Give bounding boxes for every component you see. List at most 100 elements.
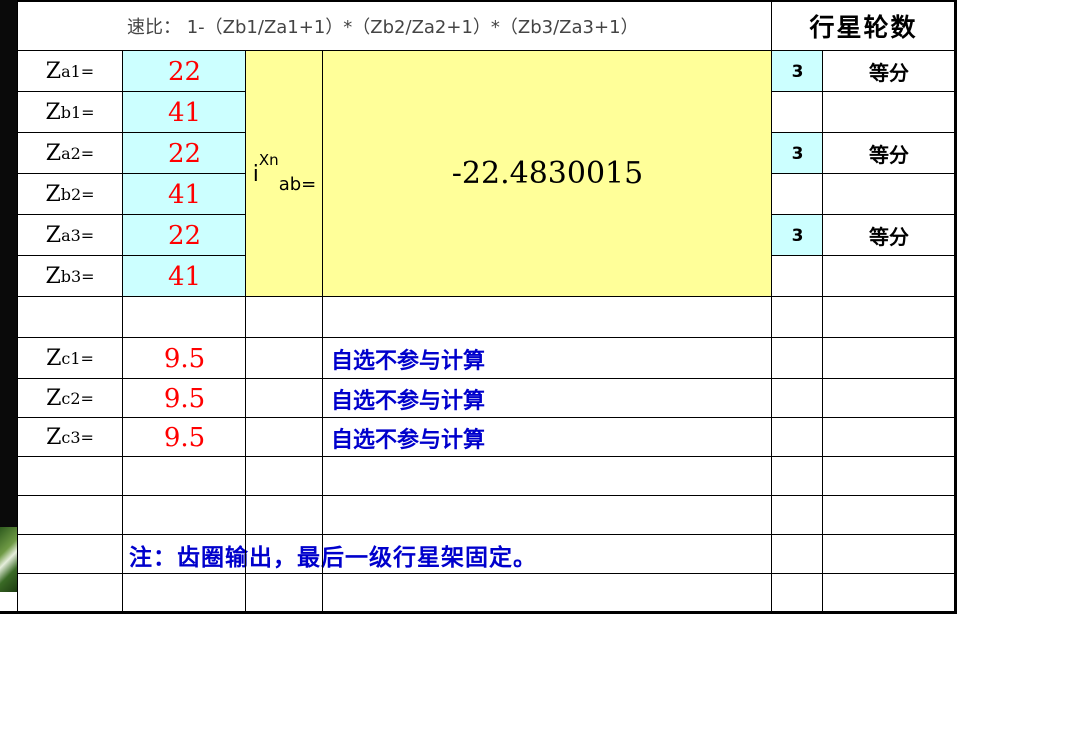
label-sub: a1= (61, 62, 95, 81)
grid-line (17, 296, 957, 297)
value-za2[interactable]: 22 (123, 133, 246, 174)
label-zc1[interactable]: Zc1= (17, 338, 123, 379)
count-text: 3 (791, 225, 804, 246)
value-text: 22 (167, 56, 202, 87)
grid-line (17, 378, 957, 379)
ratio-label-sup: Xn (258, 151, 279, 169)
left-frame-bar (0, 0, 17, 592)
grid-line (17, 255, 246, 256)
formula-text: 速比： 1-（Zb1/Za1+1）*（Zb2/Za2+1）*（Zb3/Za3+1… (127, 16, 639, 38)
grid-line (322, 51, 323, 614)
label-main: Z (45, 141, 62, 166)
value-zc1[interactable]: 9.5 (123, 338, 246, 379)
value-text: 9.5 (163, 422, 206, 453)
value-text: 41 (167, 179, 202, 210)
grid-line (122, 51, 123, 614)
planet-note-3[interactable]: 等分 (823, 215, 955, 256)
value-zb2[interactable]: 41 (123, 174, 246, 215)
label-zb1[interactable]: Zb1= (17, 92, 123, 133)
value-text: 9.5 (163, 383, 206, 414)
note-text: 等分 (869, 143, 909, 167)
grid-line (954, 0, 957, 614)
value-text: 22 (167, 138, 202, 169)
note-zc3[interactable]: 自选不参与计算 (323, 418, 772, 457)
note-text: 等分 (869, 225, 909, 249)
thumbnail-image (0, 527, 17, 592)
value-za3[interactable]: 22 (123, 215, 246, 256)
grid-line (17, 0, 957, 2)
planet-count-header[interactable]: 行星轮数 (772, 0, 955, 51)
grid-line (772, 173, 957, 174)
grid-line (17, 132, 246, 133)
value-zb3[interactable]: 41 (123, 256, 246, 297)
grid-line (17, 0, 18, 614)
planet-header-text: 行星轮数 (809, 12, 918, 42)
note-text: 等分 (869, 61, 909, 85)
label-sub: b3= (60, 267, 95, 286)
label-main: Z (46, 346, 62, 371)
label-main: Z (46, 386, 62, 411)
label-sub: a2= (61, 144, 95, 163)
grid-line (0, 611, 957, 614)
label-za2[interactable]: Za2= (17, 133, 123, 174)
grid-line (822, 51, 823, 614)
grid-line (17, 337, 957, 338)
footer-note-cell[interactable]: 注：齿圈输出，最后一级行星架固定。 (123, 535, 772, 574)
label-sub: c3= (61, 428, 94, 447)
value-zc2[interactable]: 9.5 (123, 379, 246, 418)
value-text: 22 (167, 220, 202, 251)
grid-line (17, 50, 957, 51)
planet-count-2[interactable]: 3 (772, 133, 823, 174)
grid-line (771, 0, 772, 614)
label-main: Z (45, 264, 61, 289)
value-text: 41 (167, 261, 202, 292)
value-zb1[interactable]: 41 (123, 92, 246, 133)
value-text: 41 (167, 97, 202, 128)
grid-line (17, 91, 246, 92)
ratio-value-text: -22.4830015 (451, 156, 644, 191)
value-zc3[interactable]: 9.5 (123, 418, 246, 457)
note-zc1[interactable]: 自选不参与计算 (323, 338, 772, 379)
grid-line (17, 573, 957, 574)
count-text: 3 (791, 143, 804, 164)
note-text: 自选不参与计算 (331, 426, 486, 453)
grid-line (772, 255, 957, 256)
count-text: 3 (791, 61, 804, 82)
grid-line (772, 214, 957, 215)
grid-line (17, 214, 246, 215)
footer-note-text: 注：齿圈输出，最后一级行星架固定。 (129, 543, 537, 571)
note-text: 自选不参与计算 (331, 387, 486, 414)
grid-line (245, 51, 246, 614)
label-zb2[interactable]: Zb2= (17, 174, 123, 215)
label-sub: a3= (61, 226, 95, 245)
value-text: 9.5 (163, 343, 206, 374)
label-main: Z (45, 100, 61, 125)
spreadsheet: 速比： 1-（Zb1/Za1+1）*（Zb2/Za2+1）*（Zb3/Za3+1… (0, 0, 957, 614)
value-za1[interactable]: 22 (123, 51, 246, 92)
planet-note-2[interactable]: 等分 (823, 133, 955, 174)
label-zc3[interactable]: Zc3= (17, 418, 123, 457)
grid-line (772, 132, 957, 133)
label-sub: c2= (61, 389, 94, 408)
label-main: Z (46, 425, 62, 450)
label-main: Z (45, 182, 61, 207)
label-za1[interactable]: Za1= (17, 51, 123, 92)
ratio-label-sub: ab= (278, 173, 317, 195)
planet-count-3[interactable]: 3 (772, 215, 823, 256)
planet-count-1[interactable]: 3 (772, 51, 823, 92)
label-sub: b2= (60, 185, 95, 204)
label-sub: b1= (60, 103, 95, 122)
grid-line (17, 495, 957, 496)
formula-cell[interactable]: 速比： 1-（Zb1/Za1+1）*（Zb2/Za2+1）*（Zb3/Za3+1… (17, 0, 772, 51)
label-sub: c1= (61, 349, 94, 368)
label-za3[interactable]: Za3= (17, 215, 123, 256)
planet-note-1[interactable]: 等分 (823, 51, 955, 92)
note-zc2[interactable]: 自选不参与计算 (323, 379, 772, 418)
ratio-result-cell[interactable]: -22.4830015 (323, 51, 772, 297)
grid-line (17, 173, 246, 174)
grid-line (17, 456, 957, 457)
ratio-label-cell[interactable]: i Xn ab= (246, 51, 323, 297)
note-text: 自选不参与计算 (331, 347, 486, 374)
label-zc2[interactable]: Zc2= (17, 379, 123, 418)
label-zb3[interactable]: Zb3= (17, 256, 123, 297)
